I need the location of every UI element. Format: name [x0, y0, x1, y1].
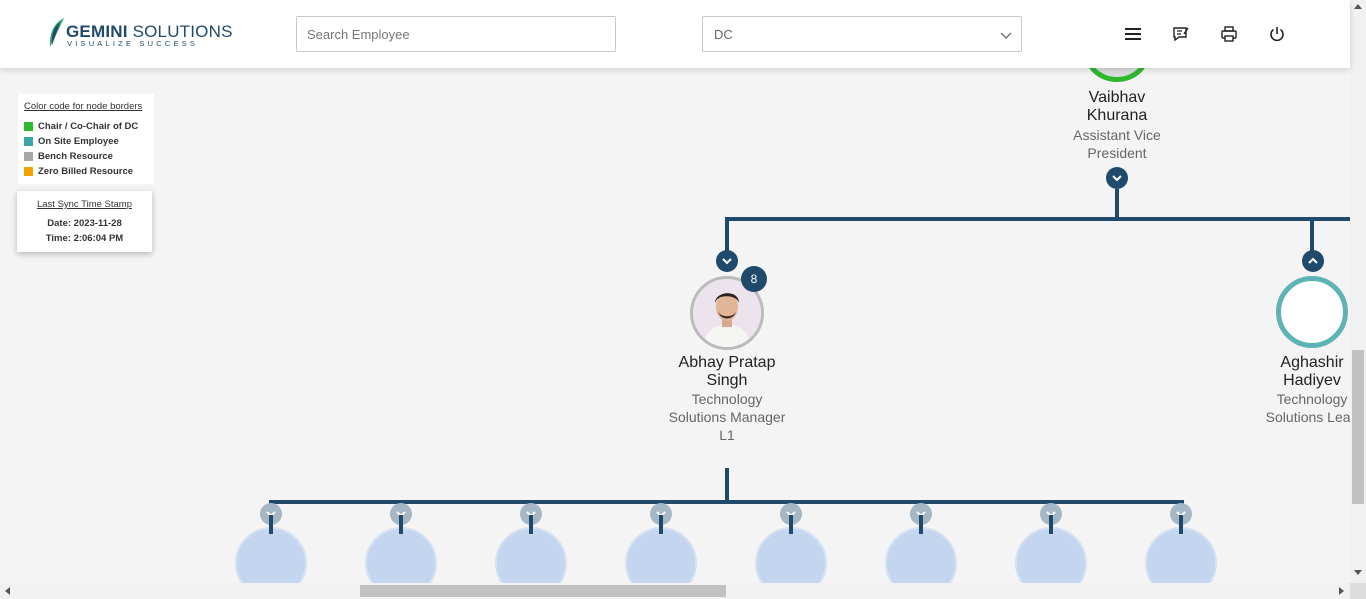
abhay-collapse-toggle[interactable] [716, 250, 738, 272]
top-header: GEMINI SOLUTIONS VISUALIZE SUCCESS DC [0, 0, 1350, 68]
legend-title: Color code for node borders [24, 101, 143, 112]
legend-item: Bench Resource [24, 150, 113, 162]
legend-swatch [24, 151, 33, 161]
sync-title: Last Sync Time Stamp [36, 199, 133, 210]
chevron-down-icon [722, 258, 732, 265]
connector-line [1179, 515, 1183, 534]
legend-item: Chair / Co-Chair of DC [24, 120, 138, 132]
direct-reports-count-badge[interactable]: 8 [741, 266, 767, 292]
legend-label: Chair / Co-Chair of DC [38, 120, 139, 132]
legend-label: Bench Resource [38, 150, 113, 162]
aghashir-avatar[interactable] [1276, 276, 1348, 348]
chevron-down-icon [1000, 32, 1012, 40]
root-collapse-toggle[interactable] [1106, 167, 1128, 189]
abhay-title: Technology Solutions Manager L1 [668, 391, 786, 443]
abhay-name[interactable]: Abhay Pratap Singh [657, 354, 797, 390]
vertical-scrollbar[interactable] [1350, 0, 1366, 583]
scroll-up-icon[interactable] [1354, 4, 1362, 9]
legend-label: Zero Billed Resource [38, 165, 134, 177]
legend-swatch [24, 121, 33, 131]
feedback-icon[interactable] [1171, 24, 1191, 44]
feather-logo-icon [49, 18, 64, 47]
node-border-legend: Color code for node borders Chair / Co-C… [18, 94, 154, 184]
root-node-name[interactable]: Vaibhav Khurana [1057, 89, 1177, 125]
aghashir-expand-toggle[interactable] [1302, 250, 1324, 272]
connector-line [1310, 217, 1314, 253]
power-icon[interactable] [1267, 24, 1287, 44]
connector-line [725, 468, 729, 502]
scrollbar-corner [1350, 583, 1366, 599]
sync-time: Time: 2:06:04 PM [45, 233, 124, 244]
connector-line [789, 515, 793, 534]
menu-icon[interactable] [1123, 24, 1143, 44]
scroll-left-icon[interactable] [5, 587, 10, 595]
connector-line [659, 515, 663, 534]
print-icon[interactable] [1219, 24, 1239, 44]
search-employee-input[interactable] [296, 16, 616, 52]
connector-line [919, 515, 923, 534]
last-sync-panel: Last Sync Time Stamp Date: 2023-11-28 Ti… [17, 191, 152, 252]
legend-swatch [24, 166, 33, 176]
connector-line [725, 217, 1350, 221]
connector-line [725, 217, 729, 253]
scroll-down-icon[interactable] [1354, 570, 1362, 575]
connector-line [529, 515, 533, 534]
legend-item: On Site Employee [24, 135, 119, 147]
chevron-up-icon [1308, 257, 1318, 264]
gemini-solutions-logo[interactable]: GEMINI SOLUTIONS VISUALIZE SUCCESS [46, 16, 232, 52]
connector-line [1115, 189, 1119, 219]
aghashir-name[interactable]: Aghashir Hadiyev [1252, 354, 1366, 390]
legend-swatch [24, 136, 33, 146]
vertical-scroll-thumb[interactable] [1352, 350, 1364, 504]
horizontal-scrollbar[interactable] [0, 583, 1350, 599]
department-select[interactable]: DC [702, 16, 1022, 52]
department-select-value: DC [714, 27, 733, 42]
connector-line [1049, 515, 1053, 534]
aghashir-title: Technology Solutions Lead [1265, 391, 1359, 425]
connector-line [269, 515, 273, 534]
horizontal-scroll-thumb[interactable] [360, 585, 726, 597]
legend-label: On Site Employee [38, 135, 119, 147]
scroll-right-icon[interactable] [1339, 587, 1344, 595]
sync-date: Date: 2023-11-28 [47, 218, 122, 229]
chevron-down-icon [1112, 175, 1122, 182]
root-node-title: Assistant Vice President [1073, 127, 1161, 161]
connector-line [399, 515, 403, 534]
logo-tagline: VISUALIZE SUCCESS [67, 39, 199, 48]
legend-item: Zero Billed Resource [24, 165, 133, 177]
